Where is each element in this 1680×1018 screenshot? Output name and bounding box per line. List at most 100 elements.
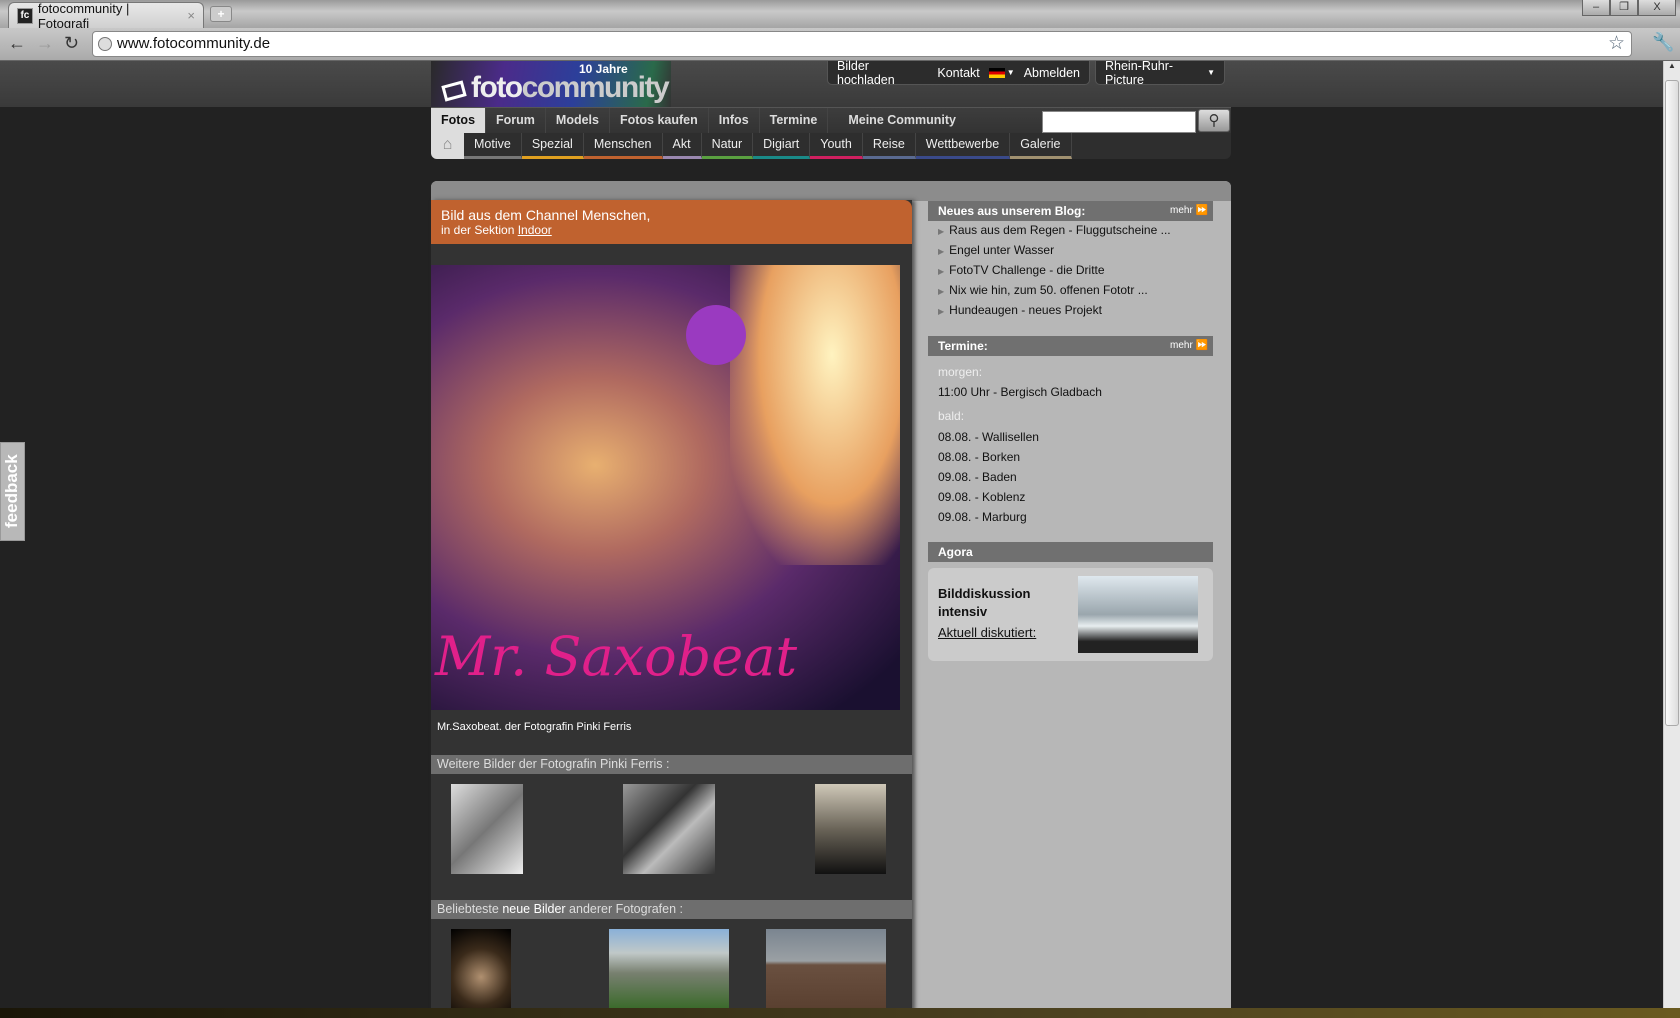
bookmark-star-icon[interactable]: ☆ (1608, 32, 1625, 56)
agora-thumbnail[interactable] (1078, 576, 1198, 653)
event-item: 09.08. - Marburg (938, 510, 1027, 524)
agora-heading: Agora (928, 542, 1213, 562)
triangle-right-icon: ▶ (938, 227, 945, 236)
new-images-link[interactable]: neue Bilder (502, 902, 565, 916)
user-name: Rhein-Ruhr-Picture (1105, 58, 1174, 87)
thumbnail[interactable] (609, 929, 729, 1009)
event-link[interactable]: Koblenz (982, 490, 1025, 504)
channel-youth[interactable]: Youth (810, 133, 863, 159)
scroll-up-icon[interactable]: ▲ (1668, 61, 1676, 70)
channel-natur[interactable]: Natur (701, 133, 754, 159)
channel-spezial[interactable]: Spezial (521, 133, 584, 159)
address-bar[interactable]: www.fotocommunity.de ☆ (92, 31, 1632, 57)
nav-infos[interactable]: Infos (709, 108, 760, 133)
taskbar (0, 1008, 1680, 1018)
blog-more-link[interactable]: mehr ⏩ (1170, 205, 1208, 216)
back-icon[interactable]: ← (8, 33, 26, 54)
browser-tab-strip (0, 0, 1680, 28)
nav-termine[interactable]: Termine (760, 108, 829, 133)
termine-more-link[interactable]: mehr ⏩ (1170, 340, 1208, 351)
event-item: 08.08. - Borken (938, 450, 1021, 464)
close-window-button[interactable]: X (1638, 0, 1676, 16)
channel-reise[interactable]: Reise (862, 133, 916, 159)
scrollbar-thumb[interactable] (1665, 80, 1679, 726)
event-link[interactable]: Bergisch Gladbach (1000, 385, 1101, 399)
triangle-right-icon: ▶ (938, 287, 945, 296)
channel-menschen[interactable]: Menschen (583, 133, 663, 159)
triangle-right-icon: ▶ (938, 247, 945, 256)
home-icon[interactable]: ⌂ (431, 133, 464, 159)
photo-caption: Mr.Saxobeat. der Fotografin Pinki Ferris (437, 721, 632, 733)
agora-link[interactable]: Aktuell diskutiert: (938, 625, 1036, 640)
upload-link[interactable]: Bilder hochladen (837, 59, 928, 87)
nav-meine-community[interactable]: Meine Community (838, 108, 966, 133)
channel-digiart[interactable]: Digiart (753, 133, 811, 159)
search-input[interactable] (1042, 111, 1196, 133)
channel-banner: Bild aus dem Channel Menschen, in der Se… (431, 200, 912, 244)
tab-title: fotocommunity | Fotografi (37, 0, 130, 31)
featured-photo[interactable]: Mr. Saxobeat (431, 265, 900, 710)
thumbnail[interactable] (451, 929, 511, 1009)
termine-heading: Termine: mehr ⏩ (928, 336, 1213, 356)
tomorrow-label: morgen: (938, 365, 983, 379)
event-link[interactable]: Wallisellen (982, 430, 1039, 444)
channel-motive[interactable]: Motive (464, 133, 522, 159)
blog-item[interactable]: ▶ Hundeaugen - neues Projekt (938, 303, 1102, 317)
nav-forum[interactable]: Forum (486, 108, 546, 133)
contact-link[interactable]: Kontakt (937, 66, 979, 80)
blog-heading: Neues aus unserem Blog: mehr ⏩ (928, 201, 1213, 221)
photo-watermark: Mr. Saxobeat (435, 625, 798, 688)
wrench-icon[interactable]: 🔧 (1652, 32, 1674, 53)
feedback-tab[interactable]: feedback (0, 442, 25, 541)
section-link[interactable]: Indoor (518, 223, 552, 237)
globe-icon (98, 37, 112, 51)
event-item: 09.08. - Koblenz (938, 490, 1026, 504)
thumbnail[interactable] (766, 929, 886, 1009)
new-tab-button[interactable]: + (210, 6, 232, 22)
blog-item[interactable]: ▶ FotoTV Challenge - die Dritte (938, 263, 1105, 277)
content-header-strip (431, 181, 1231, 201)
photographer-link[interactable]: Pinki Ferris (576, 721, 631, 733)
chevron-down-icon: ▼ (1207, 68, 1215, 77)
triangle-right-icon: ▶ (938, 267, 945, 276)
nav-fotos-kaufen[interactable]: Fotos kaufen (610, 108, 709, 133)
close-tab-icon[interactable]: × (187, 8, 195, 23)
thumbnail[interactable] (623, 784, 715, 874)
reload-icon[interactable]: ↻ (64, 33, 79, 54)
german-flag-icon (988, 67, 1005, 78)
blog-item[interactable]: ▶ Nix wie hin, zum 50. offenen Fototr ... (938, 283, 1148, 297)
blog-item[interactable]: ▶ Raus aus dem Regen - Fluggutscheine ... (938, 223, 1171, 237)
channel-akt[interactable]: Akt (662, 133, 702, 159)
event-item: 08.08. - Wallisellen (938, 430, 1039, 444)
event-link[interactable]: Borken (982, 450, 1020, 464)
nav-models[interactable]: Models (546, 108, 610, 133)
nav-fotos[interactable]: Fotos (431, 108, 487, 133)
restore-button[interactable]: ❐ (1610, 0, 1638, 16)
camera-icon (441, 80, 467, 102)
site-logo[interactable]: 10 Jahre fotocommunity (431, 61, 671, 107)
top-links: Bilder hochladen Kontakt ▼ Abmelden (827, 59, 1090, 87)
channel-galerie[interactable]: Galerie (1010, 133, 1072, 159)
language-selector[interactable]: ▼ (988, 67, 1015, 78)
search-button[interactable]: ⚲ (1198, 109, 1230, 132)
event-item: 11:00 Uhr - Bergisch Gladbach (938, 385, 1102, 399)
event-link[interactable]: Baden (982, 470, 1017, 484)
logo-name: fotocommunity (471, 71, 670, 104)
channel-wettbewerbe[interactable]: Wettbewerbe (915, 133, 1011, 159)
blog-item[interactable]: ▶ Engel unter Wasser (938, 243, 1054, 257)
event-link[interactable]: Marburg (982, 510, 1027, 524)
user-menu[interactable]: Rhein-Ruhr-Picture ▼ (1095, 58, 1225, 87)
favicon-icon: fc (17, 7, 33, 24)
event-item: 09.08. - Baden (938, 470, 1017, 484)
logout-link[interactable]: Abmelden (1024, 66, 1080, 80)
thumbnail[interactable] (815, 784, 886, 874)
browser-toolbar: ← → ↻ www.fotocommunity.de ☆ 🔧 (0, 28, 1680, 61)
soon-label: bald: (938, 409, 965, 423)
thumbnail[interactable] (451, 784, 523, 874)
channel-title: Bild aus dem Channel Menschen, (441, 207, 651, 223)
url-text: www.fotocommunity.de (117, 35, 271, 52)
more-by-heading: Weitere Bilder der Fotografin Pinki Ferr… (431, 755, 912, 774)
forward-icon[interactable]: → (36, 33, 54, 54)
minimize-button[interactable]: – (1582, 0, 1610, 16)
browser-tab[interactable]: fc fotocommunity | Fotografi × (8, 0, 204, 31)
